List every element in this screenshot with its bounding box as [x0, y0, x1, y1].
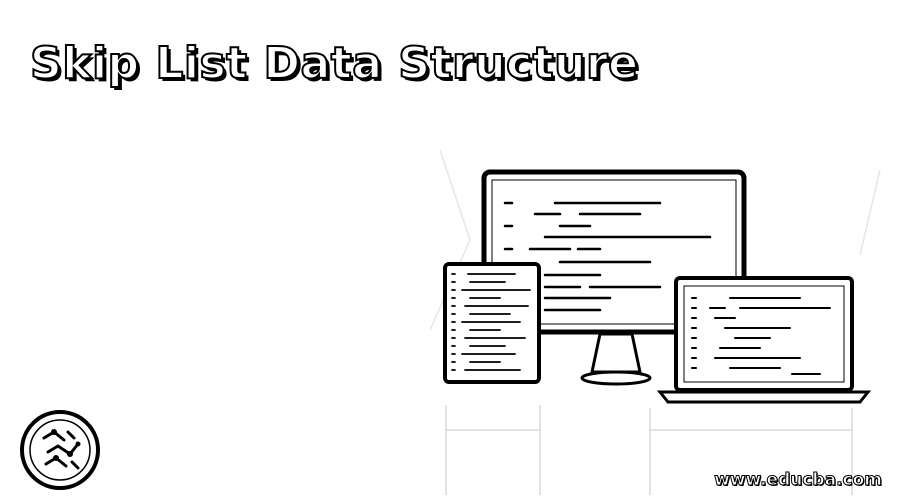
devices-code-icon — [429, 149, 881, 495]
educba-logo-icon — [20, 410, 100, 490]
laptop-illustration — [656, 276, 872, 404]
tablet-illustration — [443, 262, 541, 384]
brand-url: www.educba.com — [714, 470, 883, 491]
